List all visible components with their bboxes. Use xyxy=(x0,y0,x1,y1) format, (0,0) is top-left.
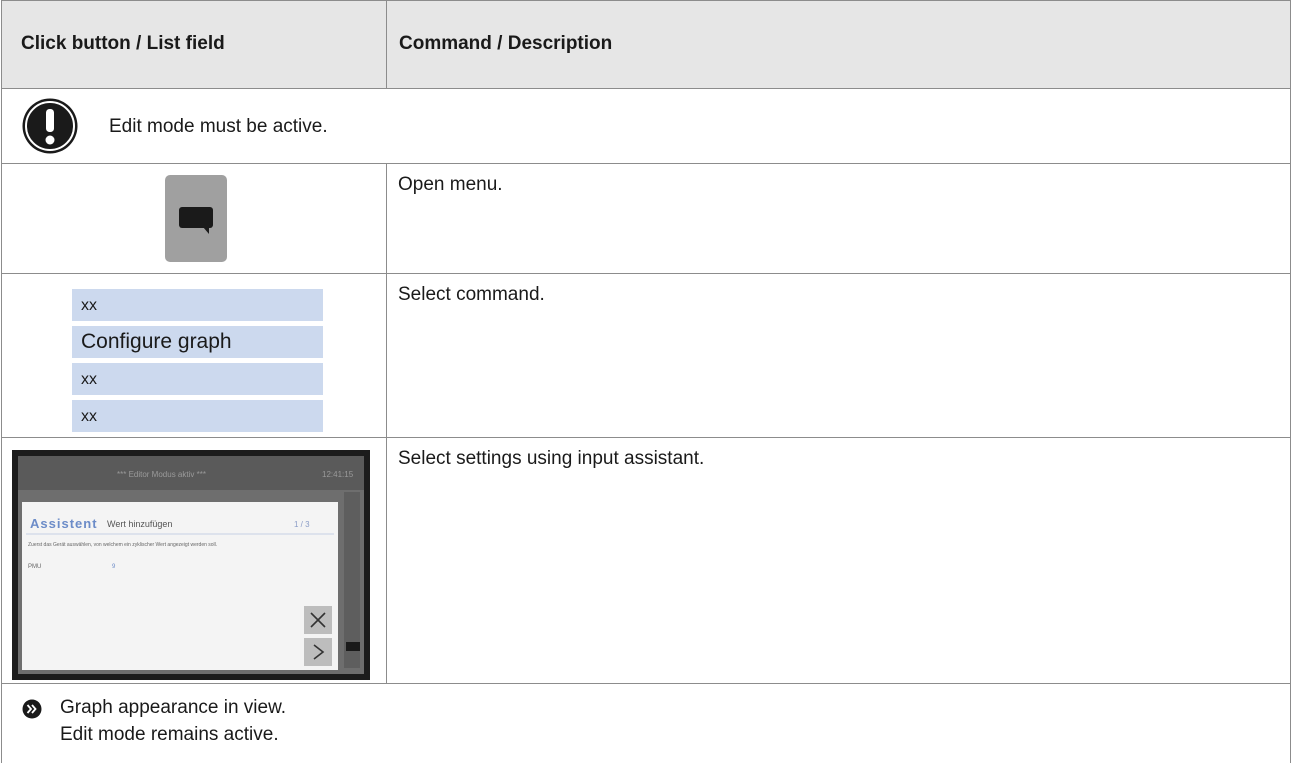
row-action-cell: *** Editor Modus aktiv *** 12:41:15 Assi… xyxy=(2,438,387,683)
table-header: Click button / List field Command / Desc… xyxy=(1,0,1291,88)
list-item-configure-graph[interactable]: Configure graph xyxy=(72,326,323,358)
assistant-screenshot: *** Editor Modus aktiv *** 12:41:15 Assi… xyxy=(12,450,370,680)
header-cell-click-button: Click button / List field xyxy=(2,1,387,88)
screenshot-assistant-label: Assistent xyxy=(30,516,98,531)
screenshot-assistant-title: Wert hinzufügen xyxy=(107,519,172,529)
list-item-label: xx xyxy=(81,297,97,314)
result-line-2: Edit mode remains active. xyxy=(60,724,279,745)
header-col1-label: Click button / List field xyxy=(21,33,225,54)
list-item[interactable]: xx xyxy=(72,400,323,432)
screenshot-title: *** Editor Modus aktiv *** xyxy=(117,470,206,479)
row-action-cell xyxy=(2,164,387,273)
list-item-label: xx xyxy=(81,408,97,425)
row-description-cell: Open menu. xyxy=(387,164,1290,273)
note-text: Edit mode must be active. xyxy=(109,116,328,137)
row-description: Select command. xyxy=(398,284,545,305)
result-row: Graph appearance in view. Edit mode rema… xyxy=(1,683,1291,763)
header-cell-command: Command / Description xyxy=(387,1,1290,88)
list-item[interactable]: xx xyxy=(72,363,323,395)
row-action-cell: xx Configure graph xx xx xyxy=(2,274,387,437)
list-item[interactable]: xx xyxy=(72,289,323,321)
row-description-cell: Select settings using input assistant. xyxy=(387,438,1290,683)
table-row: Open menu. xyxy=(1,163,1291,273)
menu-speech-bubble-icon xyxy=(346,642,360,651)
screenshot-step: 1 / 3 xyxy=(294,520,310,529)
list-item-label: Configure graph xyxy=(81,330,232,353)
header-col2-label: Command / Description xyxy=(399,33,613,54)
row-description-cell: Select command. xyxy=(387,274,1290,437)
row-description: Open menu. xyxy=(398,174,503,195)
result-line-1: Graph appearance in view. xyxy=(60,697,287,718)
menu-speech-bubble-icon xyxy=(179,207,213,234)
instruction-table: Click button / List field Command / Desc… xyxy=(1,0,1292,763)
table-row: *** Editor Modus aktiv *** 12:41:15 Assi… xyxy=(1,437,1291,683)
row-description: Select settings using input assistant. xyxy=(398,448,705,469)
screenshot-time: 12:41:15 xyxy=(322,470,354,479)
exclamation-icon xyxy=(22,98,78,154)
result-arrow-icon xyxy=(22,699,42,719)
table-row: xx Configure graph xx xx Select command. xyxy=(1,273,1291,437)
menu-button[interactable] xyxy=(165,175,227,262)
screenshot-field-label: PMU xyxy=(28,564,41,570)
note-row: Edit mode must be active. xyxy=(1,88,1291,163)
screenshot-instruction: Zuerst das Gerät auswählen, von welchem … xyxy=(28,542,217,548)
list-item-label: xx xyxy=(81,371,97,388)
